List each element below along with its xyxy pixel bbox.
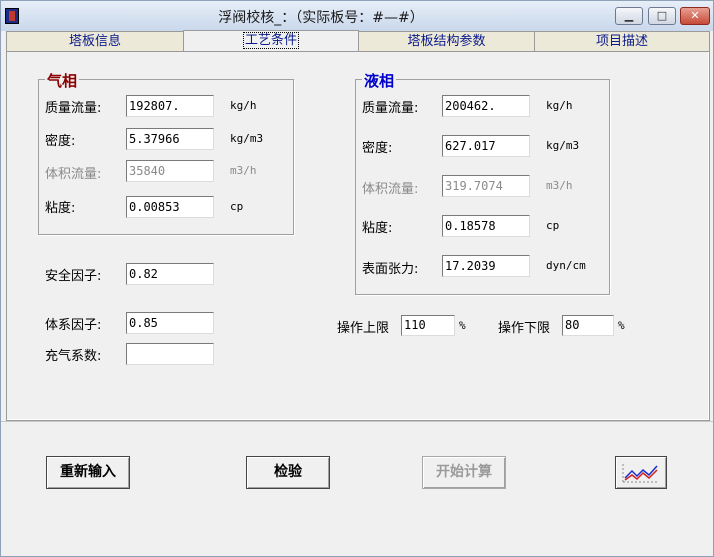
op-lower-input[interactable]: 80 bbox=[562, 315, 614, 336]
system-factor-input[interactable]: 0.85 bbox=[126, 312, 214, 334]
liquid-density-input[interactable]: 627.017 bbox=[442, 135, 530, 157]
tab-process-conditions[interactable]: 工艺条件 bbox=[183, 30, 359, 52]
gas-mass-flow-unit: kg/h bbox=[230, 99, 257, 112]
title-bar: 浮阀校核_：（实际板号：#—#） ▁ □ ✕ bbox=[1, 1, 713, 31]
op-lower-label: 操作下限 bbox=[498, 321, 551, 336]
gas-viscosity-label: 粘度: bbox=[45, 201, 76, 216]
safety-factor-input[interactable]: 0.82 bbox=[126, 263, 214, 285]
op-upper-input[interactable]: 110 bbox=[401, 315, 455, 336]
gas-volume-flow-label: 体积流量: bbox=[45, 167, 102, 182]
tab-process-conditions-label: 工艺条件 bbox=[242, 32, 299, 49]
gas-mass-flow-input[interactable]: 192807. bbox=[126, 95, 214, 117]
liquid-viscosity-input[interactable]: 0.18578 bbox=[442, 215, 530, 237]
liquid-phase-title: 液相 bbox=[362, 70, 397, 91]
gas-viscosity-input[interactable]: 0.00853 bbox=[126, 196, 214, 218]
liquid-mass-flow-unit: kg/h bbox=[546, 99, 573, 112]
liquid-mass-flow-input[interactable]: 200462. bbox=[442, 95, 530, 117]
gas-density-unit: kg/m3 bbox=[230, 132, 264, 145]
tab-tray-structure[interactable]: 塔板结构参数 bbox=[358, 31, 535, 51]
liquid-density-label: 密度: bbox=[362, 141, 393, 156]
liquid-volume-flow-unit: m3/h bbox=[546, 179, 573, 192]
gas-density-label: 密度: bbox=[45, 134, 76, 149]
aeration-factor-label: 充气系数: bbox=[45, 349, 102, 364]
surface-tension-input[interactable]: 17.2039 bbox=[442, 255, 530, 277]
start-calculation-button: 开始计算 bbox=[422, 456, 506, 489]
maximize-button[interactable]: □ bbox=[648, 7, 676, 25]
gas-viscosity-unit: cp bbox=[230, 200, 244, 213]
liquid-viscosity-unit: cp bbox=[546, 219, 560, 232]
line-chart-icon bbox=[622, 464, 659, 483]
system-factor-label: 体系因子: bbox=[45, 318, 102, 333]
chart-button[interactable] bbox=[615, 456, 667, 489]
op-lower-unit: % bbox=[618, 319, 625, 332]
gas-density-input[interactable]: 5.37966 bbox=[126, 128, 214, 150]
reset-button[interactable]: 重新输入 bbox=[46, 456, 130, 489]
liquid-viscosity-label: 粘度: bbox=[362, 221, 393, 236]
liquid-mass-flow-label: 质量流量: bbox=[362, 101, 419, 116]
tab-tray-info[interactable]: 塔板信息 bbox=[6, 31, 184, 51]
liquid-volume-flow-label: 体积流量: bbox=[362, 182, 419, 197]
aeration-factor-input[interactable] bbox=[126, 343, 214, 365]
gas-volume-flow-input: 35840 bbox=[126, 160, 214, 182]
process-conditions-panel: 气相 液相 bbox=[6, 51, 710, 421]
op-upper-label: 操作上限 bbox=[337, 321, 390, 336]
op-upper-unit: % bbox=[459, 319, 466, 332]
minimize-button[interactable]: ▁ bbox=[615, 7, 643, 25]
check-button[interactable]: 检验 bbox=[246, 456, 330, 489]
liquid-volume-flow-input: 319.7074 bbox=[442, 175, 530, 197]
gas-volume-flow-unit: m3/h bbox=[230, 164, 257, 177]
safety-factor-label: 安全因子: bbox=[45, 269, 102, 284]
gas-mass-flow-label: 质量流量: bbox=[45, 101, 102, 116]
tab-project-description[interactable]: 项目描述 bbox=[534, 31, 710, 51]
main-window: 浮阀校核_：（实际板号：#—#） ▁ □ ✕ 塔板信息 工艺条件 塔板结构参数 … bbox=[0, 0, 714, 557]
surface-tension-unit: dyn/cm bbox=[546, 259, 586, 272]
close-button[interactable]: ✕ bbox=[680, 7, 710, 25]
gas-phase-title: 气相 bbox=[45, 70, 80, 91]
window-title: 浮阀校核_：（实际板号：#—#） bbox=[218, 10, 424, 26]
surface-tension-label: 表面张力: bbox=[362, 262, 419, 277]
liquid-density-unit: kg/m3 bbox=[546, 139, 580, 152]
